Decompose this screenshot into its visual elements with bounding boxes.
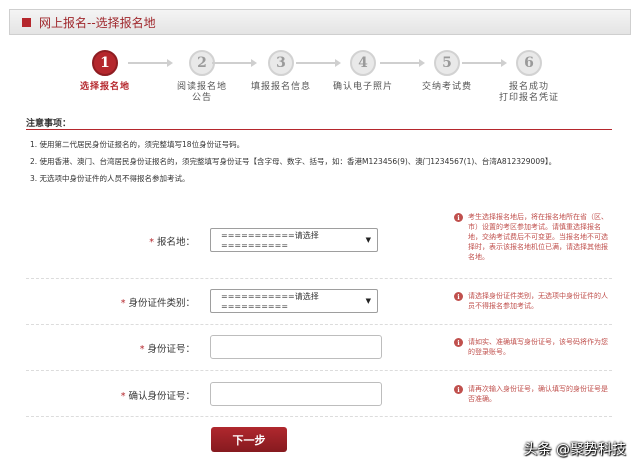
- notice-divider: [26, 129, 612, 130]
- page-header: 网上报名--选择报名地: [9, 9, 631, 35]
- step-1: 1 选择报名地: [60, 50, 150, 93]
- next-step-button[interactable]: 下一步: [211, 427, 287, 452]
- row-divider: [26, 370, 612, 371]
- step-5-number: 5: [434, 50, 460, 76]
- step-4-number: 4: [350, 50, 376, 76]
- id-type-tip: i 请选择身份证件类别，无选项中身份证件的人员不得报名参加考试。: [454, 291, 614, 311]
- id-number-tip-text: 请如实、准确填写身份证号，该号码将作为您的登录账号。: [468, 338, 608, 356]
- page-title: 网上报名--选择报名地: [39, 15, 156, 30]
- info-icon: i: [454, 213, 463, 222]
- id-number-input[interactable]: [210, 335, 382, 359]
- id-number-label: 身份证号：: [147, 344, 195, 355]
- step-4-label: 确认电子照片: [332, 82, 393, 92]
- chevron-down-icon: ▼: [365, 297, 371, 305]
- required-mark: *: [139, 344, 145, 355]
- id-type-tip-text: 请选择身份证件类别，无选项中身份证件的人员不得报名参加考试。: [468, 292, 608, 310]
- step-4: 4 确认电子照片: [318, 50, 408, 93]
- info-icon: i: [454, 338, 463, 347]
- notice-item-2: 2. 使用香港、澳门、台湾居民身份证报名的，须完整填写身份证号【含字母、数字、括…: [30, 157, 557, 166]
- step-5-label: 交纳考试费: [421, 82, 472, 92]
- required-mark: *: [120, 298, 126, 309]
- info-icon: i: [454, 385, 463, 394]
- id-confirm-label: 确认身份证号：: [128, 391, 195, 402]
- step-3: 3 填报报名信息: [236, 50, 326, 93]
- chevron-down-icon: ▼: [365, 236, 371, 244]
- step-1-number: 1: [92, 50, 118, 76]
- step-3-number: 3: [268, 50, 294, 76]
- step-6-number: 6: [516, 50, 542, 76]
- row-divider: [26, 324, 612, 325]
- info-icon: i: [454, 292, 463, 301]
- watermark: 头条 @聚势科技: [523, 442, 626, 458]
- step-2-label-line2: 公告: [191, 93, 212, 103]
- step-indicator: 1 选择报名地 2 阅读报名地 公告 3 填报报名信息 4 确认电子照片 5 交纳…: [60, 50, 620, 103]
- step-6-label-line2: 打印报名凭证: [498, 93, 559, 103]
- notice-item-3: 3. 无选项中身份证件的人员不得报名参加考试。: [30, 174, 190, 183]
- location-select[interactable]: ===========请选择========== ▼: [210, 228, 378, 252]
- step-6-label: 报名成功: [508, 82, 549, 92]
- step-3-label: 填报报名信息: [250, 82, 311, 92]
- location-tip-text: 考生选择报名地后，将在报名地所在省（区、市）设置的考区参加考试。请慎重选择报名地…: [468, 213, 608, 261]
- id-type-label: 身份证件类别：: [128, 298, 195, 309]
- location-tip: i 考生选择报名地后，将在报名地所在省（区、市）设置的考区参加考试。请慎重选择报…: [454, 212, 614, 262]
- id-type-select-value: ===========请选择==========: [221, 292, 319, 311]
- row-divider: [26, 278, 612, 279]
- id-number-tip: i 请如实、准确填写身份证号，该号码将作为您的登录账号。: [454, 337, 614, 357]
- step-5: 5 交纳考试费: [402, 50, 492, 93]
- location-label: 报名地：: [156, 237, 195, 248]
- step-2: 2 阅读报名地 公告: [157, 50, 247, 104]
- notice-item-1: 1. 使用第二代居民身份证报名的，须完整填写18位身份证号码。: [30, 140, 245, 149]
- step-6: 6 报名成功 打印报名凭证: [484, 50, 574, 104]
- required-mark: *: [120, 391, 126, 402]
- id-confirm-tip-text: 请再次输入身份证号，确认填写的身份证号是否准确。: [468, 385, 608, 403]
- step-2-label: 阅读报名地: [176, 82, 227, 92]
- header-marker: [22, 17, 31, 27]
- required-mark: *: [149, 237, 154, 248]
- location-select-value: ===========请选择==========: [221, 231, 319, 250]
- id-type-select[interactable]: ===========请选择========== ▼: [210, 289, 378, 313]
- notice-title: 注意事项：: [26, 119, 72, 129]
- step-1-label: 选择报名地: [79, 82, 130, 92]
- id-confirm-input[interactable]: [210, 382, 382, 406]
- row-divider: [26, 416, 612, 417]
- id-confirm-tip: i 请再次输入身份证号，确认填写的身份证号是否准确。: [454, 384, 614, 404]
